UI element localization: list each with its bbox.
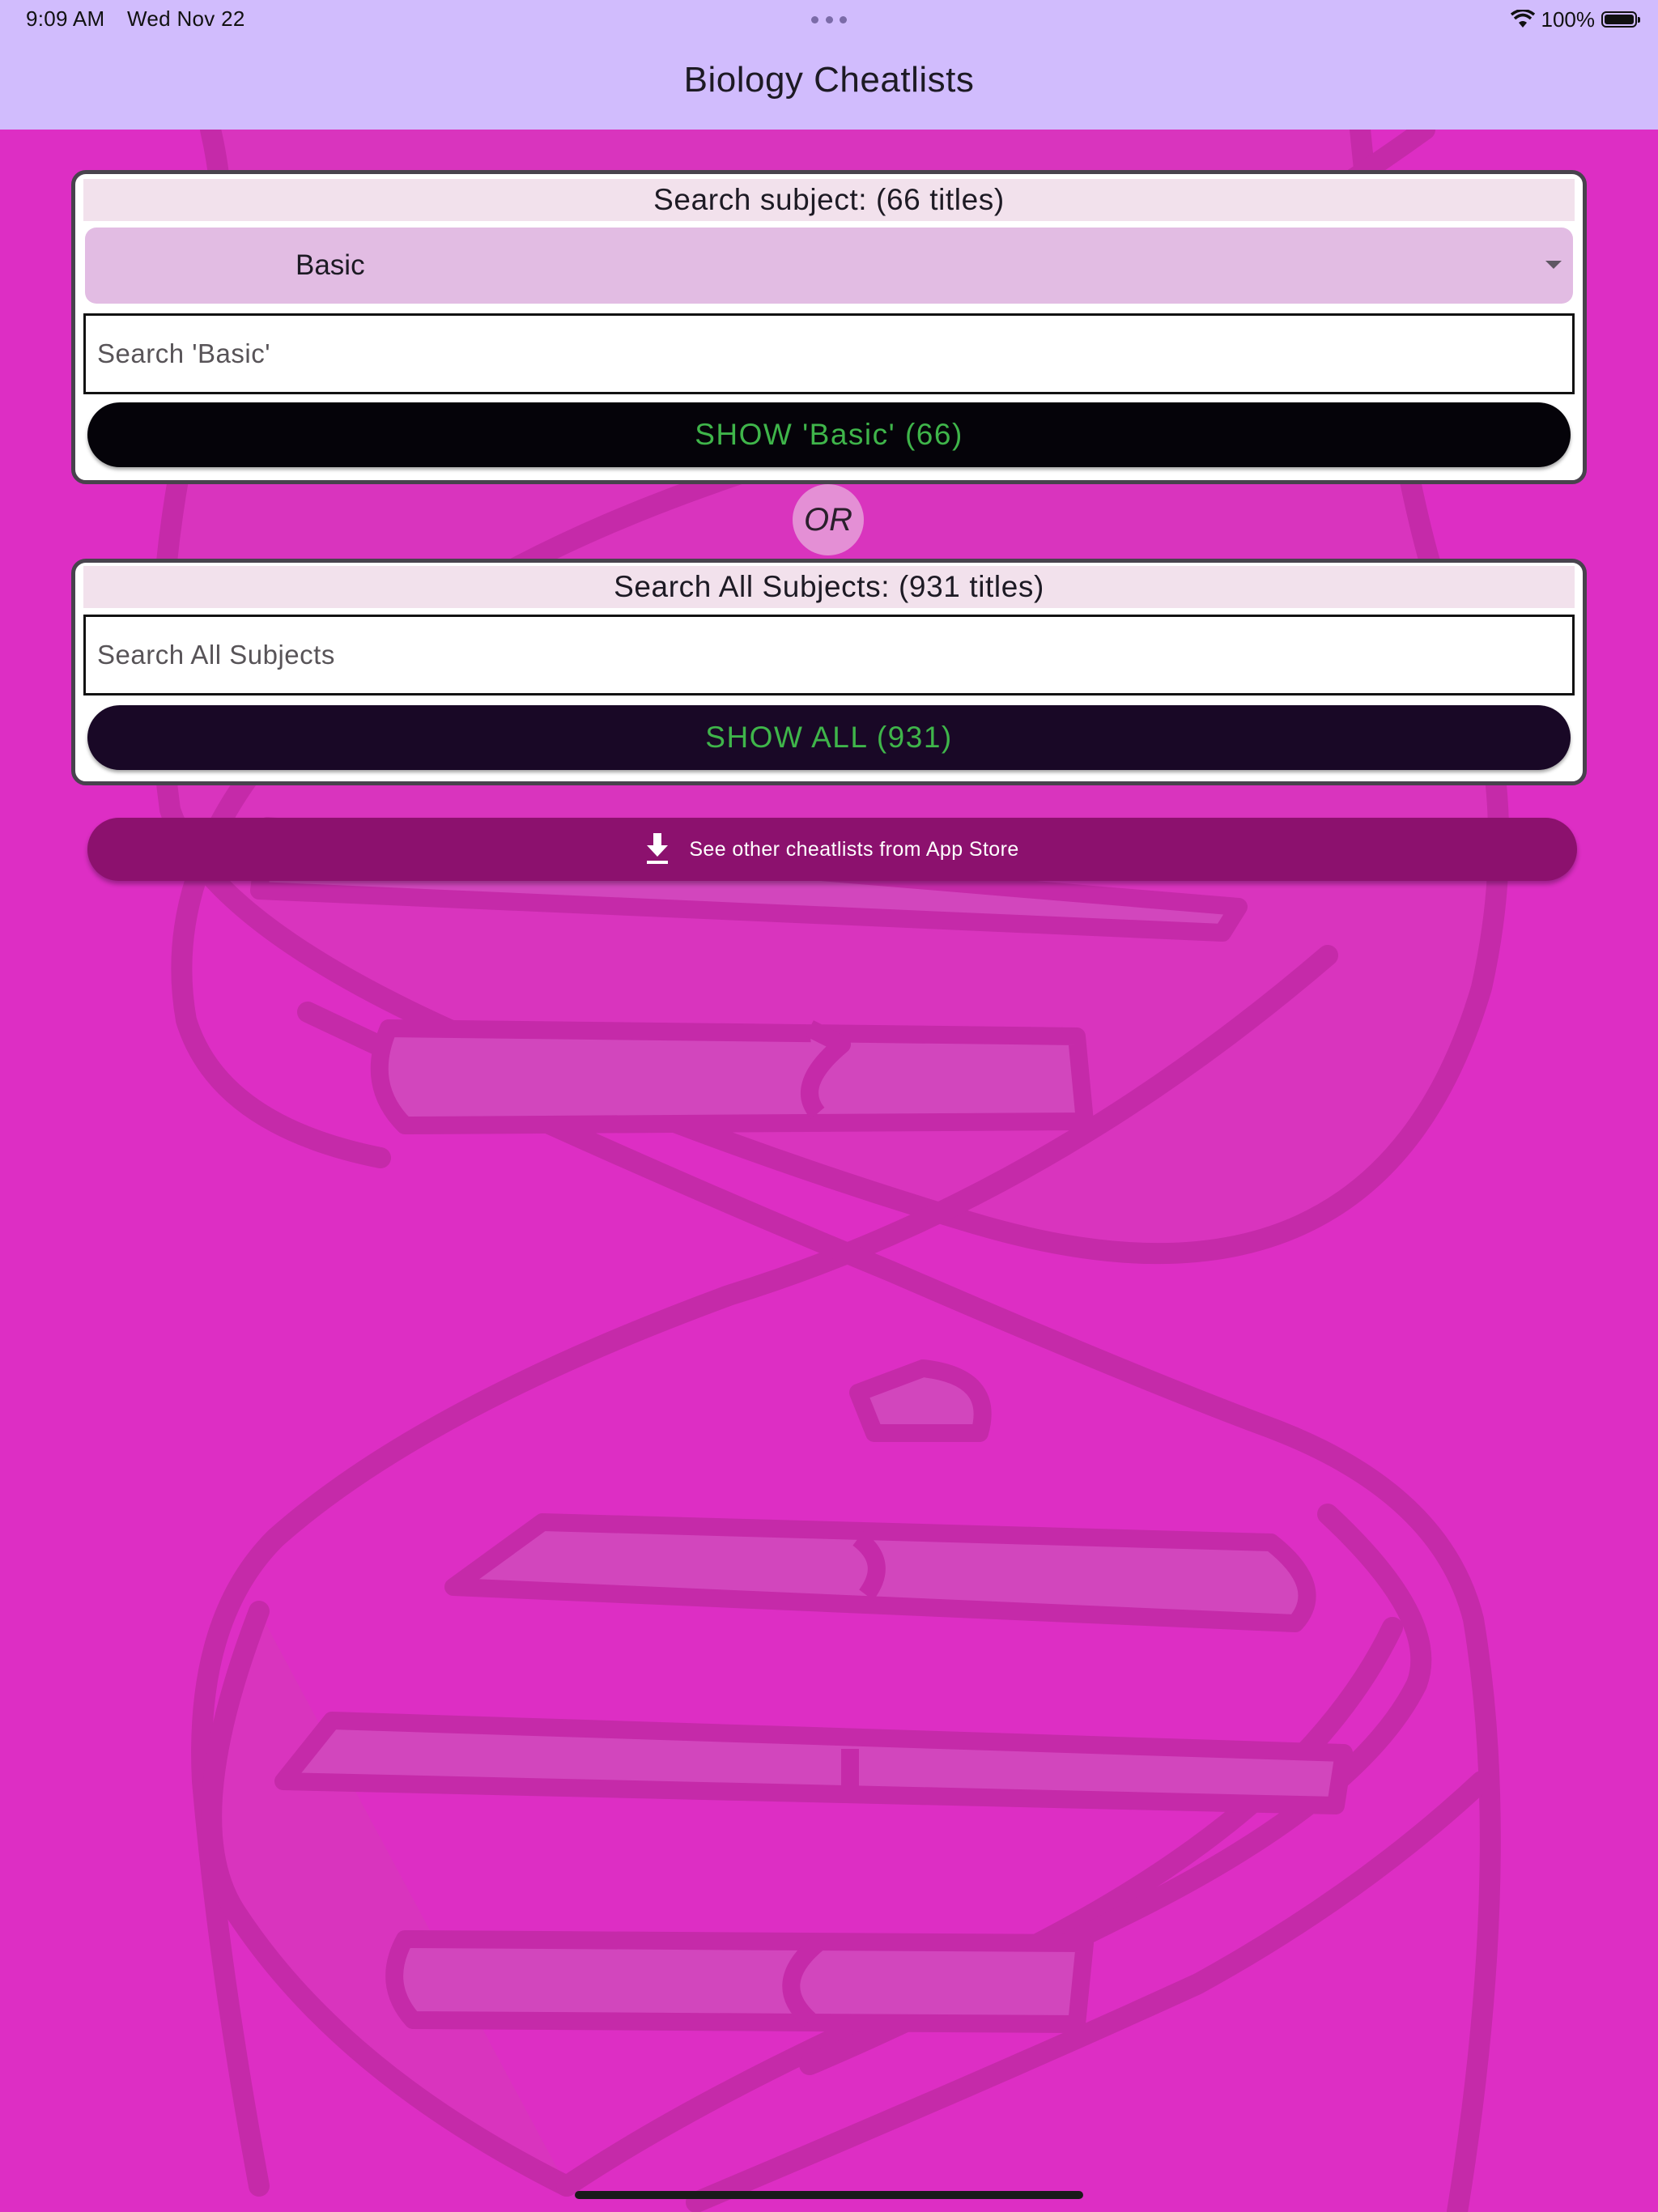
battery-percent: 100%: [1541, 6, 1596, 32]
or-separator: OR: [793, 484, 864, 555]
subject-dropdown-value: Basic: [295, 249, 365, 281]
app-bar: 9:09 AM Wed Nov 22 100% Biology Cheatlis…: [0, 0, 1658, 130]
subject-dropdown[interactable]: Basic: [85, 228, 1573, 304]
subject-card-header: Search subject: (66 titles): [83, 179, 1575, 221]
status-indicators: 100%: [1510, 5, 1640, 34]
all-subjects-search-field[interactable]: [83, 615, 1575, 696]
subject-search-card: Search subject: (66 titles) Basic SHOW '…: [71, 170, 1587, 484]
subject-search-input[interactable]: [86, 316, 1572, 392]
app-store-button[interactable]: See other cheatlists from App Store: [87, 818, 1577, 881]
show-all-button[interactable]: SHOW ALL (931): [87, 705, 1571, 770]
status-date: Wed Nov 22: [127, 6, 245, 31]
download-icon: [647, 833, 669, 864]
home-indicator[interactable]: [575, 2191, 1083, 2199]
all-subjects-search-input[interactable]: [86, 617, 1572, 693]
all-subjects-card: Search All Subjects: (931 titles) SHOW A…: [71, 559, 1587, 785]
battery-icon: [1601, 11, 1640, 28]
status-time: 9:09 AM: [26, 6, 105, 31]
app-store-button-label: See other cheatlists from App Store: [689, 837, 1019, 861]
all-subjects-card-header: Search All Subjects: (931 titles): [83, 566, 1575, 608]
multitask-dots-icon[interactable]: [811, 16, 847, 23]
status-clock: 9:09 AM Wed Nov 22: [26, 6, 245, 32]
chevron-down-icon: [1545, 261, 1562, 269]
wifi-icon: [1510, 10, 1535, 28]
subject-search-field[interactable]: [83, 313, 1575, 394]
show-subject-button[interactable]: SHOW 'Basic' (66): [87, 402, 1571, 467]
page-title: Biology Cheatlists: [683, 60, 975, 100]
